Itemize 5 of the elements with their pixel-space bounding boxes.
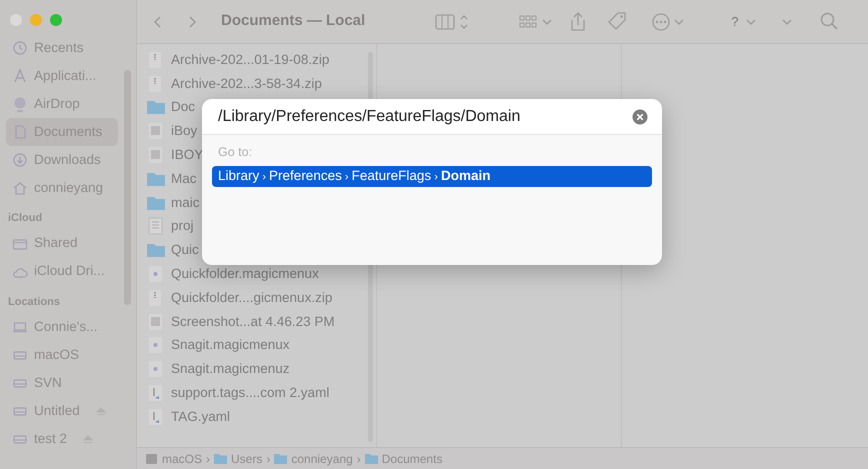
go-to-label: Go to:	[217, 144, 254, 161]
window-title: Documents — Local	[221, 11, 366, 32]
path-separator: ›	[356, 450, 361, 468]
path-separator: ›	[206, 450, 210, 468]
path-separator: ›	[266, 450, 270, 468]
